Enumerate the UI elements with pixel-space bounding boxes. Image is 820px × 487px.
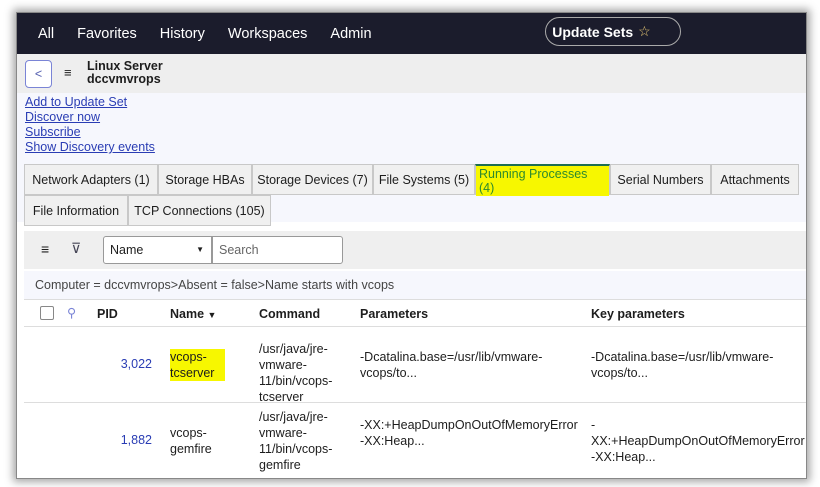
list-menu-icon[interactable]: ≡ <box>41 241 49 257</box>
tab-storage-devices[interactable]: Storage Devices (7) <box>252 164 373 195</box>
select-all-checkbox[interactable] <box>40 306 54 320</box>
filter-icon[interactable]: ⊽ <box>71 240 81 257</box>
tab-file-systems[interactable]: File Systems (5) <box>373 164 475 195</box>
related-links: Add to Update Set Discover now Subscribe… <box>17 93 806 160</box>
table-header: ⚲ PID Name ▼ Command Parameters Key para… <box>24 299 806 327</box>
search-field-value: Name <box>110 243 144 257</box>
search-icon[interactable]: ⚲ <box>67 305 76 320</box>
name-cell: vcops-tcserver <box>170 349 225 381</box>
column-command[interactable]: Command <box>259 307 320 321</box>
sort-down-icon: ▼ <box>207 310 217 320</box>
form-header: < ≡ Linux Server dccvmvrops <box>17 54 806 93</box>
tab-running-processes[interactable]: Running Processes (4) <box>475 164 610 196</box>
update-sets-label: Update Sets <box>552 23 634 40</box>
tab-tcp-connections[interactable]: TCP Connections (105) <box>128 195 271 226</box>
command-cell: /usr/java/jre-vmware-11/bin/vcops-tcserv… <box>259 342 333 404</box>
tab-storage-hbas[interactable]: Storage HBAs <box>158 164 252 195</box>
tab-serial-numbers[interactable]: Serial Numbers <box>610 164 711 195</box>
column-name[interactable]: Name ▼ <box>170 307 216 321</box>
subscribe-link[interactable]: Subscribe <box>25 125 798 140</box>
nav-admin[interactable]: Admin <box>330 26 371 42</box>
parameters-cell: -Dcatalina.base=/usr/lib/vmware-vcops/to… <box>360 350 543 380</box>
menu-icon[interactable]: ≡ <box>64 65 72 80</box>
key-parameters-cell: -Dcatalina.base=/usr/lib/vmware-vcops/to… <box>591 350 774 380</box>
tab-attachments[interactable]: Attachments <box>711 164 799 195</box>
nav-history[interactable]: History <box>160 26 205 42</box>
related-lists-tabs: Network Adapters (1) Storage HBAs Storag… <box>17 160 806 226</box>
command-cell: /usr/java/jre-vmware-11/bin/vcops-gemfir… <box>259 410 333 472</box>
show-discovery-events-link[interactable]: Show Discovery events <box>25 140 798 155</box>
tab-file-information[interactable]: File Information <box>24 195 128 226</box>
top-nav: All Favorites History Workspaces Admin U… <box>17 13 806 54</box>
star-icon[interactable]: ☆ <box>638 23 651 40</box>
record-title: dccvmvrops <box>87 72 161 86</box>
pid-link[interactable]: 3,022 <box>92 357 152 371</box>
parameters-cell: -XX:+HeapDumpOnOutOfMemoryError -XX:Heap… <box>360 418 578 448</box>
discover-now-link[interactable]: Discover now <box>25 110 798 125</box>
update-sets-button[interactable]: Update Sets ☆ <box>545 17 681 46</box>
nav-workspaces[interactable]: Workspaces <box>228 26 308 42</box>
column-key-parameters[interactable]: Key parameters <box>591 307 685 321</box>
back-button[interactable]: < <box>25 60 52 88</box>
pid-link[interactable]: 1,882 <box>92 433 152 447</box>
table-row: 1,882 vcops-gemfire /usr/java/jre-vmware… <box>24 403 806 478</box>
tab-running-processes-label: Running Processes (4) <box>476 165 609 196</box>
list-toolbar: ≡ ⊽ Name ▼ Search <box>24 231 806 269</box>
caret-down-icon: ▼ <box>196 245 204 254</box>
key-parameters-cell: -XX:+HeapDumpOnOutOfMemoryError -XX:Heap… <box>591 418 805 464</box>
filter-breadcrumb[interactable]: Computer = dccvmvrops>Absent = false>Nam… <box>24 271 806 299</box>
table-row: 3,022 vcops-tcserver /usr/java/jre-vmwar… <box>24 327 806 404</box>
app-window: All Favorites History Workspaces Admin U… <box>16 12 807 479</box>
nav-all[interactable]: All <box>38 26 54 42</box>
column-pid[interactable]: PID <box>97 307 118 321</box>
name-cell: vcops-gemfire <box>170 426 212 456</box>
search-input[interactable]: Search <box>212 236 343 264</box>
add-to-update-set-link[interactable]: Add to Update Set <box>25 95 798 110</box>
column-parameters[interactable]: Parameters <box>360 307 428 321</box>
tab-network-adapters[interactable]: Network Adapters (1) <box>24 164 158 195</box>
column-name-label: Name <box>170 307 205 321</box>
nav-favorites[interactable]: Favorites <box>77 26 137 42</box>
search-field-select[interactable]: Name ▼ <box>103 236 212 264</box>
